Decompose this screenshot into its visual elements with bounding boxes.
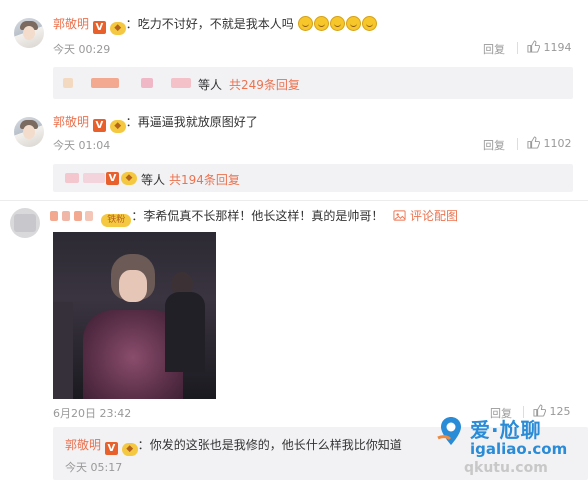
redacted-username bbox=[73, 211, 82, 221]
verified-icon: V bbox=[106, 172, 119, 185]
avatar[interactable] bbox=[14, 117, 44, 147]
thread-label: 等人 bbox=[198, 78, 223, 92]
like-button[interactable]: 1102 bbox=[527, 136, 572, 150]
comment-2-line: 郭敬明 V ◆ ：再逼逼我就放原图好了 bbox=[53, 115, 258, 133]
member-badge-icon: ◆ bbox=[109, 120, 126, 133]
divider bbox=[517, 42, 518, 54]
comment-photo[interactable] bbox=[53, 232, 216, 399]
divider bbox=[517, 138, 518, 150]
member-badge-icon: ◆ bbox=[121, 443, 138, 456]
reply-text: 你发的这张也是我修的，他长什么样我比你知道 bbox=[149, 438, 402, 452]
verified-icon: V bbox=[92, 21, 106, 34]
smile-emoji-icon bbox=[313, 16, 329, 31]
smile-emoji-icon bbox=[329, 16, 345, 31]
redacted-username bbox=[63, 78, 73, 88]
watermark: 爱·尬聊 igaliao.com qkutu.com bbox=[434, 408, 584, 480]
author-link[interactable]: 郭敬明 bbox=[53, 17, 89, 31]
redacted-username bbox=[65, 173, 79, 183]
avatar[interactable] bbox=[14, 18, 44, 48]
timestamp: 今天 00:29 bbox=[53, 43, 111, 56]
thread-label: 等人 bbox=[141, 173, 166, 187]
comment-3-line: 铁粉 ：李希侃真不长那样！他长这样！真的是帅哥！ 评论配图 bbox=[50, 207, 458, 227]
image-icon bbox=[393, 210, 406, 221]
reply-button[interactable]: 回复 bbox=[483, 41, 505, 57]
redacted-username bbox=[61, 211, 70, 221]
fan-badge-icon: 铁粉 bbox=[101, 214, 132, 227]
member-badge-icon: ◆ bbox=[109, 22, 126, 35]
redacted-username bbox=[50, 211, 58, 221]
redacted-username bbox=[85, 211, 94, 221]
thread-count-link[interactable]: 共249条回复 bbox=[229, 76, 300, 93]
reply-button[interactable]: 回复 bbox=[483, 137, 505, 153]
thumbs-up-icon bbox=[527, 136, 540, 149]
smile-emoji-icon bbox=[361, 16, 377, 31]
thread-count-link[interactable]: 共194条回复 bbox=[169, 171, 240, 188]
redacted-username bbox=[83, 173, 105, 183]
author-link[interactable]: 郭敬明 bbox=[65, 438, 101, 452]
avatar[interactable] bbox=[10, 208, 40, 238]
member-badge-icon: ◆ bbox=[121, 172, 137, 185]
comment-1-line: 郭敬明 V ◆ ：吃力不讨好，不就是我本人吗 bbox=[53, 15, 378, 35]
thumbs-up-icon bbox=[527, 40, 540, 53]
watermark-domain: igaliao.com bbox=[470, 440, 568, 458]
pin-logo-icon bbox=[437, 417, 461, 445]
divider bbox=[0, 200, 588, 201]
watermark-domain-2: qkutu.com bbox=[464, 460, 548, 476]
reply-thread-2[interactable]: V ◆ 等人 共194条回复 bbox=[53, 164, 573, 192]
verified-icon: V bbox=[104, 442, 118, 455]
smile-emoji-icon bbox=[297, 16, 313, 31]
author-link[interactable]: 郭敬明 bbox=[53, 115, 89, 129]
like-button[interactable]: 1194 bbox=[527, 40, 572, 54]
like-count: 1194 bbox=[543, 41, 572, 54]
smile-emoji-icon bbox=[345, 16, 361, 31]
smile-emoji-icons bbox=[297, 16, 378, 31]
timestamp: 今天 01:04 bbox=[53, 139, 111, 152]
comment-image-link[interactable]: 评论配图 bbox=[393, 209, 458, 223]
timestamp: 今天 05:17 bbox=[65, 461, 123, 474]
verified-icon: V bbox=[92, 119, 106, 132]
comment-text: 再逼逼我就放原图好了 bbox=[137, 115, 258, 129]
redacted-username bbox=[91, 78, 119, 88]
comment-text: 吃力不讨好，不就是我本人吗 bbox=[137, 17, 294, 31]
watermark-title: 爱·尬聊 bbox=[470, 418, 542, 442]
timestamp: 6月20日 23:42 bbox=[53, 407, 132, 420]
comment-text: 李希侃真不长那样！他长这样！真的是帅哥！ bbox=[143, 209, 384, 223]
reply-thread-1[interactable]: 等人 共249条回复 bbox=[53, 67, 573, 99]
redacted-username bbox=[171, 78, 191, 88]
like-count: 1102 bbox=[543, 137, 572, 150]
redacted-username bbox=[141, 78, 153, 88]
